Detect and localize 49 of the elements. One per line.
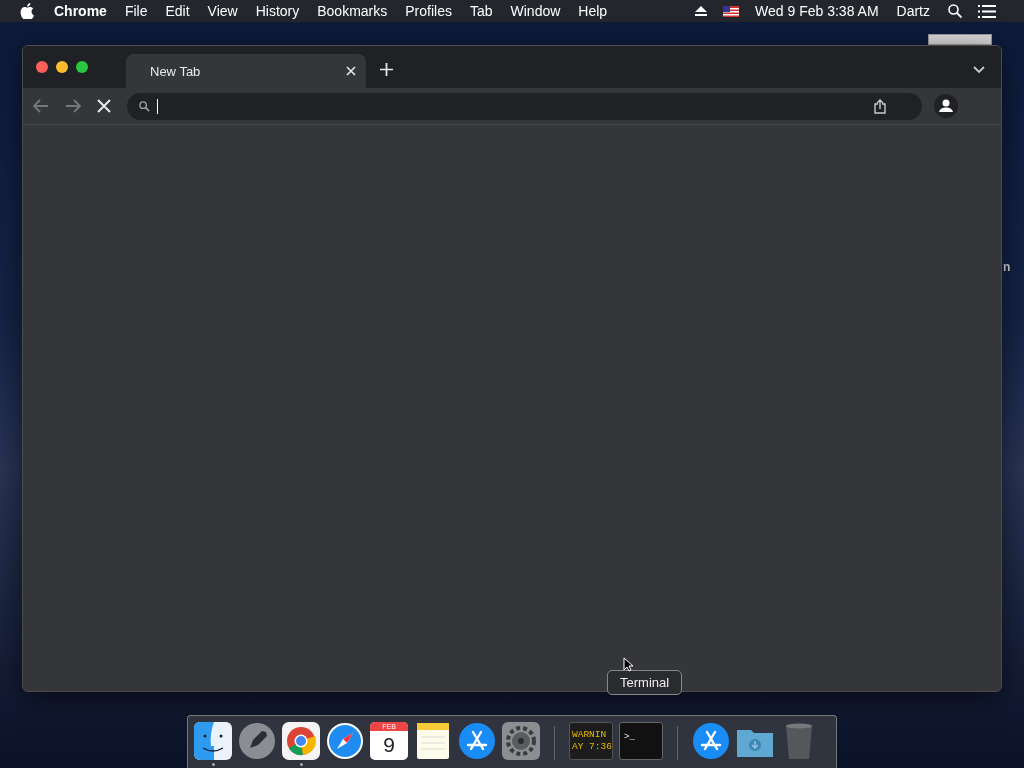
new-tab-icon[interactable] bbox=[380, 63, 393, 76]
menu-item[interactable]: History bbox=[255, 3, 300, 19]
flag-icon[interactable] bbox=[723, 5, 740, 17]
console-text: AY 7:36 bbox=[572, 741, 610, 753]
desktop-thumbnail[interactable] bbox=[928, 34, 992, 45]
dock-tooltip: Terminal bbox=[607, 670, 683, 695]
notepad-icon[interactable] bbox=[414, 722, 452, 760]
tab-title: New Tab bbox=[150, 63, 202, 79]
desktop-icon-label: n bbox=[1003, 260, 1011, 274]
menu-item[interactable]: Profiles bbox=[405, 3, 452, 19]
minimize-window-button[interactable] bbox=[56, 61, 68, 73]
profile-icon[interactable] bbox=[934, 94, 958, 118]
close-window-button[interactable] bbox=[36, 61, 48, 73]
stop-icon[interactable] bbox=[97, 99, 111, 113]
search-icon[interactable] bbox=[948, 4, 962, 18]
share-icon[interactable] bbox=[874, 98, 886, 114]
clock[interactable]: Wed 9 Feb 3:38 AM bbox=[755, 3, 879, 19]
gear-icon[interactable] bbox=[502, 722, 540, 760]
user-name[interactable]: Dartz bbox=[896, 3, 930, 19]
back-icon[interactable] bbox=[33, 99, 49, 113]
list-icon[interactable] bbox=[978, 4, 996, 18]
menu-item[interactable]: Bookmarks bbox=[317, 3, 388, 19]
menu-item[interactable]: Help bbox=[578, 3, 608, 19]
browser-tab[interactable]: New Tab bbox=[126, 54, 366, 88]
menu-item[interactable]: View bbox=[207, 3, 238, 19]
eject-icon[interactable] bbox=[695, 6, 708, 16]
menu-item[interactable]: Tab bbox=[469, 3, 493, 19]
chrome-icon[interactable] bbox=[282, 722, 320, 760]
close-icon[interactable] bbox=[346, 66, 356, 76]
terminal-icon[interactable]: >_ bbox=[619, 722, 663, 760]
cursor-icon bbox=[623, 657, 633, 672]
calendar-day: 9 bbox=[383, 731, 395, 759]
app-store-icon[interactable] bbox=[458, 722, 496, 760]
forward-icon[interactable] bbox=[65, 99, 81, 113]
menu-item[interactable]: Edit bbox=[165, 3, 190, 19]
console-text: WARNIN bbox=[572, 729, 608, 741]
app-menu[interactable]: Chrome bbox=[54, 3, 107, 19]
apple-icon[interactable] bbox=[20, 3, 34, 19]
app-store-icon[interactable] bbox=[692, 722, 730, 760]
chevron-down-icon[interactable] bbox=[973, 66, 985, 74]
terminal-prompt: >_ bbox=[624, 732, 635, 742]
zoom-window-button[interactable] bbox=[76, 61, 88, 73]
search-icon bbox=[139, 100, 150, 112]
rocket-icon[interactable] bbox=[238, 722, 276, 760]
menu-item[interactable]: Window bbox=[510, 3, 561, 19]
finder-icon[interactable] bbox=[194, 722, 232, 760]
console-icon[interactable]: WARNIN AY 7:36 bbox=[569, 722, 613, 760]
compass-icon[interactable] bbox=[326, 722, 364, 760]
menu-item[interactable]: File bbox=[124, 3, 148, 19]
